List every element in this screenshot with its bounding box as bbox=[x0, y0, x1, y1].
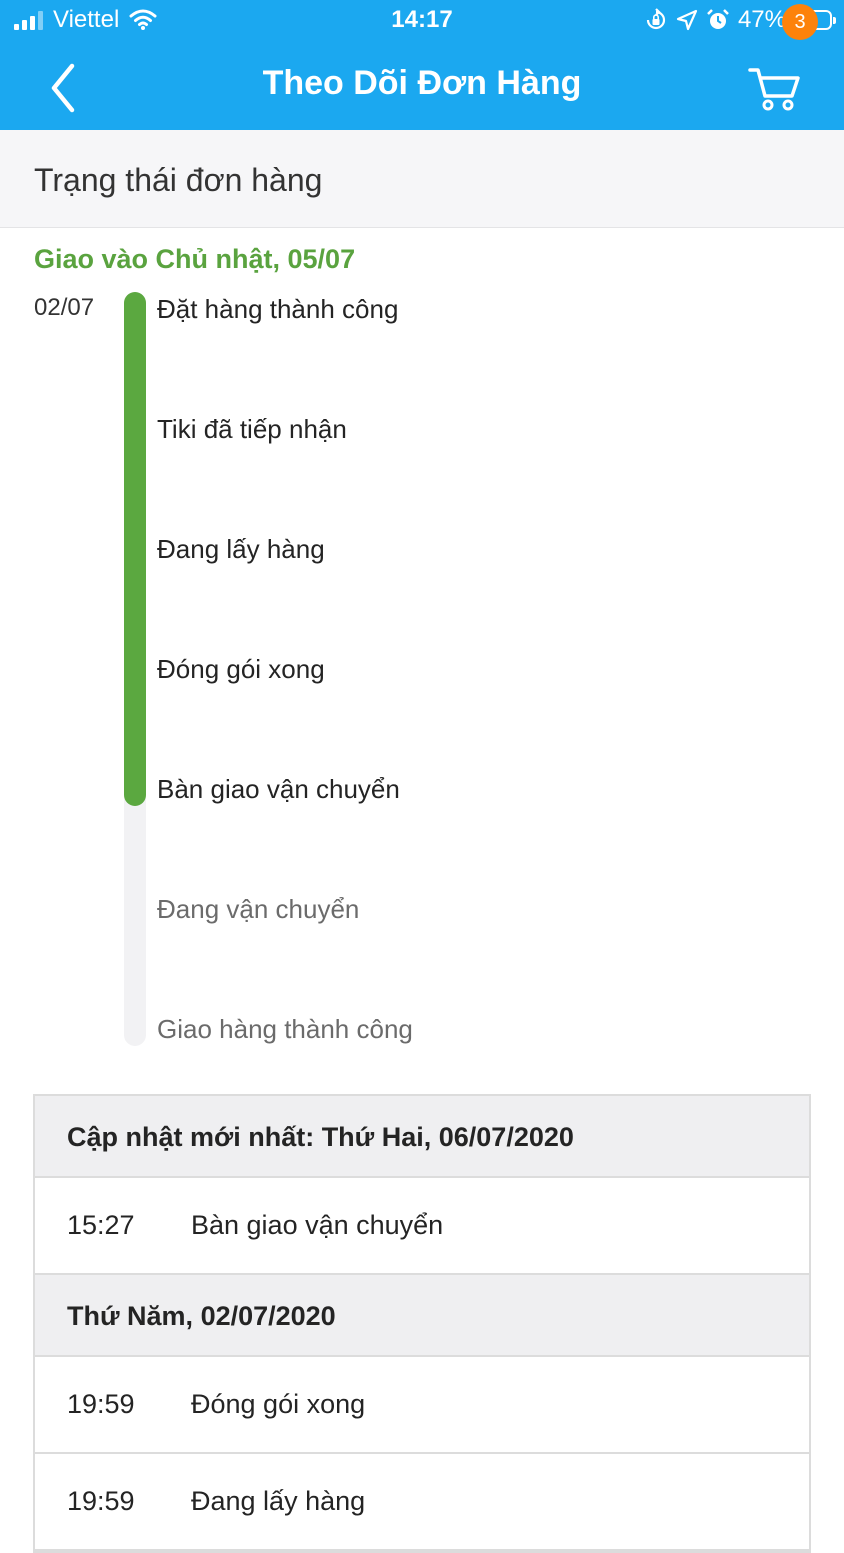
timeline-step: Bàn giao vận chuyển bbox=[157, 774, 400, 804]
history-desc: Bàn giao vận chuyển bbox=[191, 1210, 444, 1240]
timeline-step: Đóng gói xong bbox=[157, 654, 325, 684]
history-group-header: Thứ Năm, 02/07/2020 bbox=[35, 1275, 809, 1357]
delivery-estimate: Giao vào Chủ nhật, 05/07 bbox=[34, 244, 356, 274]
timeline-step: Đang lấy hàng bbox=[157, 534, 325, 564]
navbar: Theo Dõi Đơn Hàng bbox=[0, 44, 844, 130]
history-row: 15:27 Bàn giao vận chuyển bbox=[35, 1178, 809, 1275]
section-header: Trạng thái đơn hàng bbox=[0, 130, 844, 228]
timeline-start-date: 02/07 bbox=[34, 294, 95, 321]
page-title: Theo Dõi Đơn Hàng bbox=[262, 64, 582, 102]
history-time: 15:27 bbox=[67, 1210, 135, 1240]
timeline-step: Đang vận chuyển bbox=[157, 894, 360, 924]
status-bar: Viettel 14:17 47% bbox=[0, 0, 844, 44]
history-desc: Đóng gói xong bbox=[191, 1389, 366, 1419]
timeline-progress-fill bbox=[124, 292, 146, 806]
location-icon bbox=[676, 9, 698, 31]
history-time: 19:59 bbox=[67, 1389, 135, 1419]
timeline-track bbox=[124, 292, 146, 1046]
history-row: 19:59 Đang lấy hàng bbox=[35, 1454, 809, 1551]
update-history: Cập nhật mới nhất: Thứ Hai, 06/07/2020 1… bbox=[33, 1094, 811, 1553]
cart-button[interactable] bbox=[744, 58, 804, 114]
cart-icon bbox=[748, 68, 800, 111]
timeline-step: Giao hàng thành công bbox=[157, 1014, 413, 1044]
section-title: Trạng thái đơn hàng bbox=[34, 162, 323, 198]
battery-percent: 47% bbox=[737, 6, 786, 33]
lock-rotation-icon bbox=[646, 8, 666, 30]
history-desc: Đang lấy hàng bbox=[191, 1486, 366, 1516]
app-header: Viettel 14:17 47% Theo Dõi Đơn Hàng 3 bbox=[0, 0, 844, 130]
history-group-header: Cập nhật mới nhất: Thứ Hai, 06/07/2020 bbox=[35, 1096, 809, 1178]
history-row: 19:59 Đóng gói xong bbox=[35, 1357, 809, 1454]
history-time: 19:59 bbox=[67, 1486, 135, 1516]
cart-count-badge: 3 bbox=[782, 4, 818, 40]
timeline-step: Tiki đã tiếp nhận bbox=[157, 414, 347, 444]
timeline-step: Đặt hàng thành công bbox=[157, 294, 399, 324]
alarm-icon bbox=[707, 9, 729, 29]
